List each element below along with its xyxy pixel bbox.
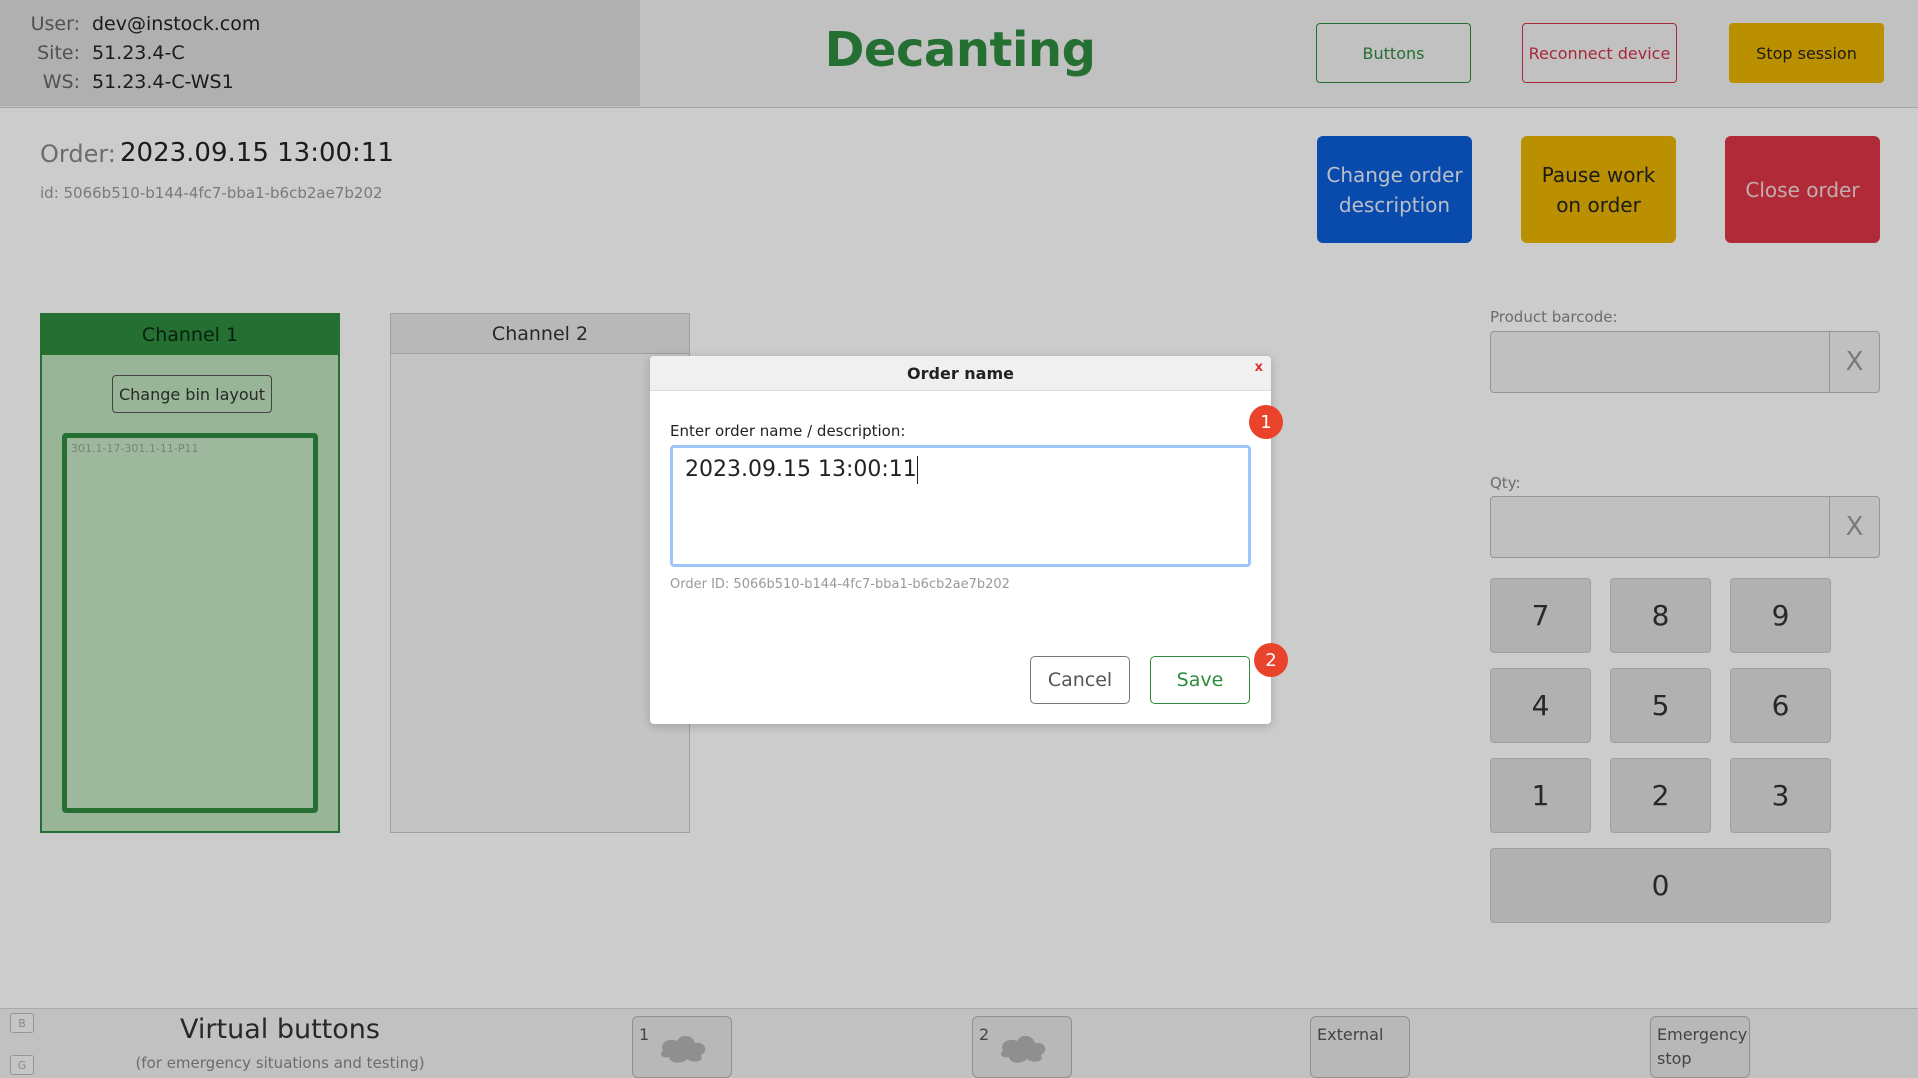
dialog-header: Order name x [650,356,1271,391]
order-name-text: 2023.09.15 13:00:11 [685,457,917,482]
annotation-badge-2: 2 [1254,643,1288,677]
annotation-badge-1: 1 [1249,405,1283,439]
order-name-textarea[interactable]: 2023.09.15 13:00:11 [670,445,1251,567]
save-button[interactable]: Save [1150,656,1250,704]
order-name-dialog: Order name x Enter order name / descript… [650,356,1271,724]
dialog-title: Order name [907,363,1014,383]
close-icon[interactable]: x [1255,360,1263,375]
cancel-button[interactable]: Cancel [1030,656,1130,704]
order-name-label: Enter order name / description: [670,422,906,440]
text-caret [916,456,918,484]
dialog-order-id: Order ID: 5066b510-b144-4fc7-bba1-b6cb2a… [670,577,1010,592]
